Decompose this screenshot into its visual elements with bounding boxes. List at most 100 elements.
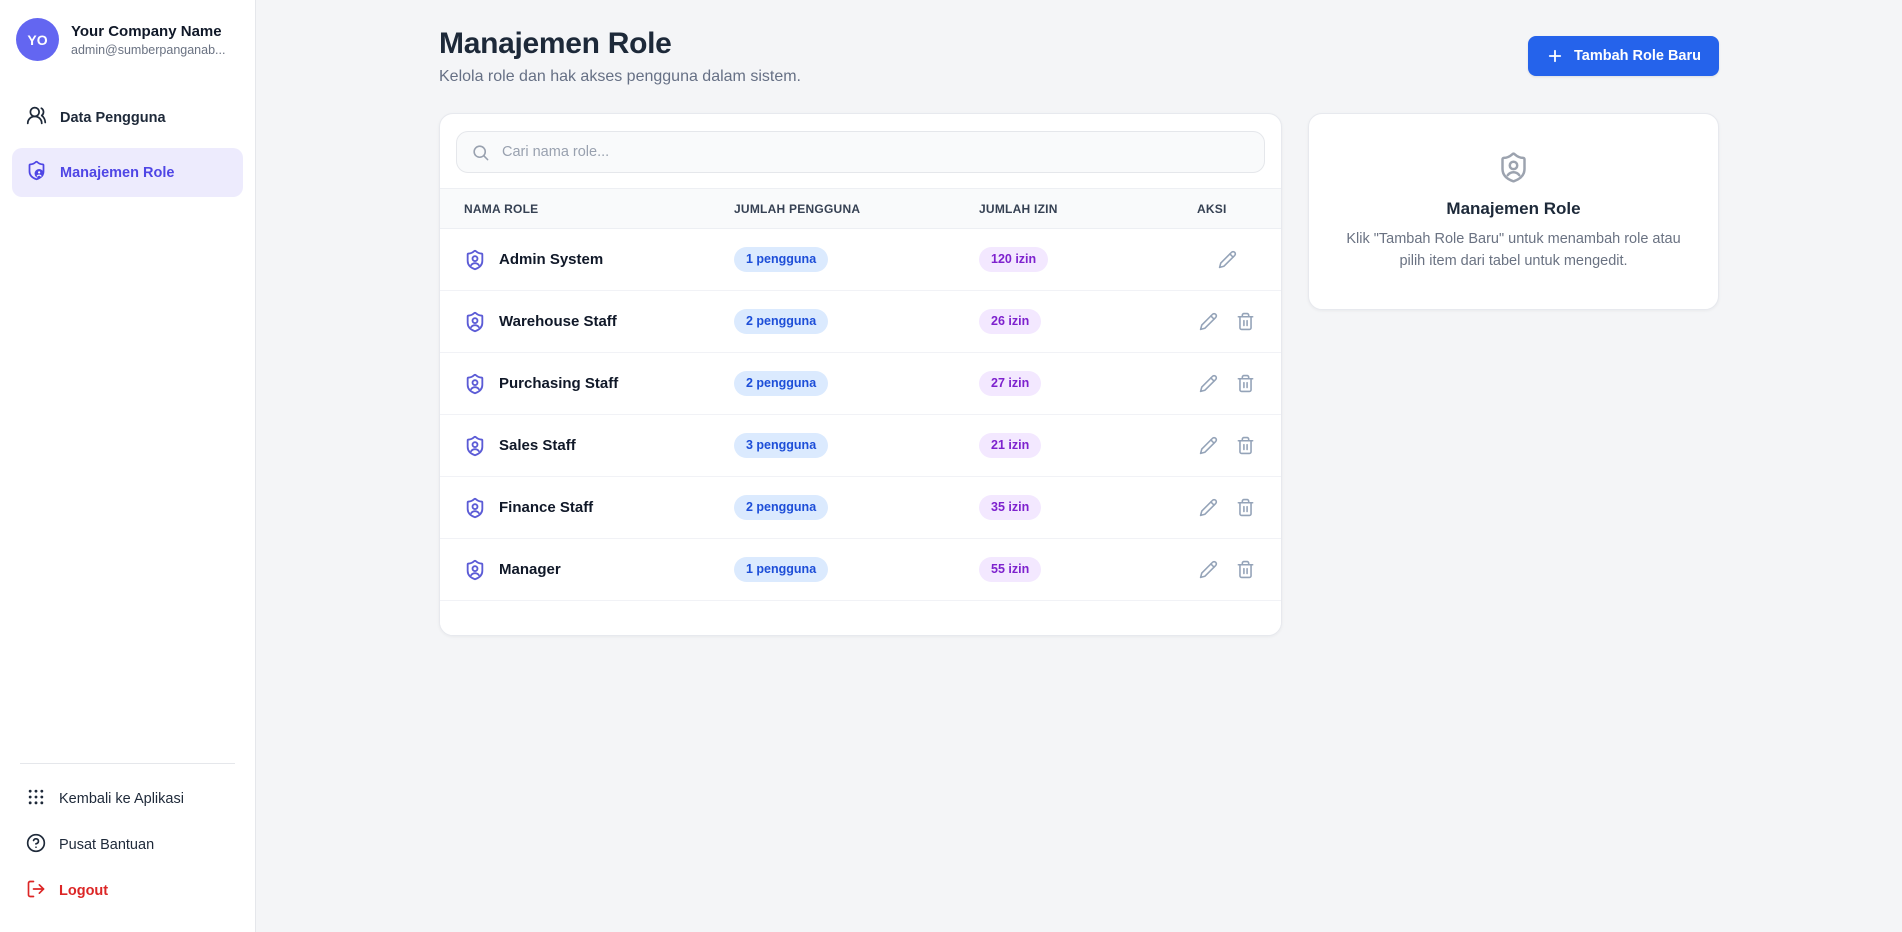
- pencil-icon: [1199, 436, 1218, 455]
- pencil-icon: [1199, 312, 1218, 331]
- row-actions: [1197, 310, 1257, 333]
- table-row[interactable]: Purchasing Staff 2 pengguna 27 izin: [440, 353, 1281, 415]
- plus-icon: [1546, 47, 1564, 65]
- users-count-badge: 2 pengguna: [734, 371, 828, 396]
- role-name: Sales Staff: [499, 437, 576, 454]
- add-role-button-label: Tambah Role Baru: [1574, 48, 1701, 64]
- users-count-badge: 1 pengguna: [734, 557, 828, 582]
- table-body: Admin System 1 pengguna 120 izin Warehouse …: [440, 229, 1281, 601]
- page-subtitle: Kelola role dan hak akses pengguna dalam…: [439, 68, 801, 86]
- detail-panel: Manajemen Role Klik "Tambah Role Baru" u…: [1308, 113, 1719, 310]
- footer-item-label: Logout: [59, 883, 108, 899]
- shield-user-icon: [464, 311, 486, 333]
- sidebar-footer: Kembali ke Aplikasi Pusat Bantuan Logout: [12, 763, 243, 914]
- trash-icon: [1236, 374, 1255, 393]
- users-count-badge: 1 pengguna: [734, 247, 828, 272]
- role-search-box: [456, 131, 1265, 173]
- role-name: Admin System: [499, 251, 603, 268]
- help-center-item[interactable]: Pusat Bantuan: [12, 822, 243, 868]
- edit-role-button[interactable]: [1197, 558, 1220, 581]
- column-header-jumlah-izin: JUMLAH IZIN: [979, 202, 1197, 216]
- column-header-jumlah-pengguna: JUMLAH PENGGUNA: [734, 202, 979, 216]
- table-row[interactable]: Sales Staff 3 pengguna 21 izin: [440, 415, 1281, 477]
- sidebar-item-label: Manajemen Role: [60, 165, 174, 181]
- shield-user-icon: [1497, 151, 1530, 184]
- row-actions: [1197, 372, 1257, 395]
- pencil-icon: [1199, 560, 1218, 579]
- shield-user-icon: [464, 249, 486, 271]
- search-input[interactable]: [500, 143, 1250, 161]
- shield-user-icon: [464, 435, 486, 457]
- footer-item-label: Pusat Bantuan: [59, 837, 154, 853]
- row-actions: [1197, 434, 1257, 457]
- column-header-nama-role: NAMA ROLE: [464, 202, 734, 216]
- page-title: Manajemen Role: [439, 27, 801, 61]
- shield-user-icon: [464, 559, 486, 581]
- permissions-count-badge: 35 izin: [979, 495, 1041, 520]
- users-count-badge: 2 pengguna: [734, 495, 828, 520]
- pencil-icon: [1218, 250, 1237, 269]
- delete-role-button[interactable]: [1234, 558, 1257, 581]
- pencil-icon: [1199, 374, 1218, 393]
- table-row[interactable]: Manager 1 pengguna 55 izin: [440, 539, 1281, 601]
- sidebar-item-data-pengguna[interactable]: Data Pengguna: [12, 93, 243, 142]
- detail-panel-title: Manajemen Role: [1446, 199, 1580, 219]
- table-row[interactable]: Admin System 1 pengguna 120 izin: [440, 229, 1281, 291]
- permissions-count-badge: 120 izin: [979, 247, 1048, 272]
- permissions-count-badge: 55 izin: [979, 557, 1041, 582]
- table-header: NAMA ROLE JUMLAH PENGGUNA JUMLAH IZIN AK…: [440, 188, 1281, 229]
- avatar: YO: [16, 18, 59, 61]
- company-profile-text: Your Company Name admin@sumberpanganab..…: [71, 23, 225, 57]
- role-name: Purchasing Staff: [499, 375, 618, 392]
- sidebar-nav: Data Pengguna Manajemen Role: [12, 93, 243, 197]
- help-circle-icon: [26, 833, 46, 857]
- search-icon: [471, 143, 490, 162]
- row-actions: [1197, 496, 1257, 519]
- trash-icon: [1236, 312, 1255, 331]
- edit-role-button[interactable]: [1197, 310, 1220, 333]
- detail-panel-description: Klik "Tambah Role Baru" untuk menambah r…: [1344, 229, 1684, 271]
- back-to-app-item[interactable]: Kembali ke Aplikasi: [12, 776, 243, 822]
- table-row[interactable]: Finance Staff 2 pengguna 35 izin: [440, 477, 1281, 539]
- users-count-badge: 3 pengguna: [734, 433, 828, 458]
- sidebar-item-label: Data Pengguna: [60, 110, 166, 126]
- users-count-badge: 2 pengguna: [734, 309, 828, 334]
- footer-item-label: Kembali ke Aplikasi: [59, 791, 184, 807]
- trash-icon: [1236, 498, 1255, 517]
- edit-role-button[interactable]: [1216, 248, 1239, 271]
- shield-user-badge-icon: [26, 160, 47, 185]
- shield-user-icon: [464, 497, 486, 519]
- role-name: Finance Staff: [499, 499, 593, 516]
- table-row[interactable]: Warehouse Staff 2 pengguna 26 izin: [440, 291, 1281, 353]
- logout-item[interactable]: Logout: [12, 868, 243, 914]
- edit-role-button[interactable]: [1197, 496, 1220, 519]
- role-name: Warehouse Staff: [499, 313, 617, 330]
- company-email: admin@sumberpanganab...: [71, 43, 225, 57]
- search-area: [440, 114, 1281, 188]
- logout-icon: [26, 879, 46, 903]
- permissions-count-badge: 21 izin: [979, 433, 1041, 458]
- company-profile[interactable]: YO Your Company Name admin@sumberpangana…: [12, 16, 243, 63]
- app-root: YO Your Company Name admin@sumberpangana…: [0, 0, 1902, 932]
- sidebar-item-manajemen-role[interactable]: Manajemen Role: [12, 148, 243, 197]
- edit-role-button[interactable]: [1197, 434, 1220, 457]
- delete-role-button[interactable]: [1234, 496, 1257, 519]
- trash-icon: [1236, 560, 1255, 579]
- row-actions: [1197, 558, 1257, 581]
- delete-role-button[interactable]: [1234, 310, 1257, 333]
- add-role-button[interactable]: Tambah Role Baru: [1528, 36, 1719, 76]
- app-grid-icon: [26, 787, 46, 811]
- main-content: Manajemen Role Kelola role dan hak akses…: [256, 0, 1902, 932]
- permissions-count-badge: 27 izin: [979, 371, 1041, 396]
- page-header-text: Manajemen Role Kelola role dan hak akses…: [439, 27, 801, 86]
- role-name: Manager: [499, 561, 561, 578]
- sidebar-divider: [20, 763, 235, 764]
- permissions-count-badge: 26 izin: [979, 309, 1041, 334]
- shield-user-icon: [464, 373, 486, 395]
- delete-role-button[interactable]: [1234, 434, 1257, 457]
- edit-role-button[interactable]: [1197, 372, 1220, 395]
- roles-table-card: NAMA ROLE JUMLAH PENGGUNA JUMLAH IZIN AK…: [439, 113, 1282, 636]
- table-footer: [440, 601, 1281, 635]
- delete-role-button[interactable]: [1234, 372, 1257, 395]
- pencil-icon: [1199, 498, 1218, 517]
